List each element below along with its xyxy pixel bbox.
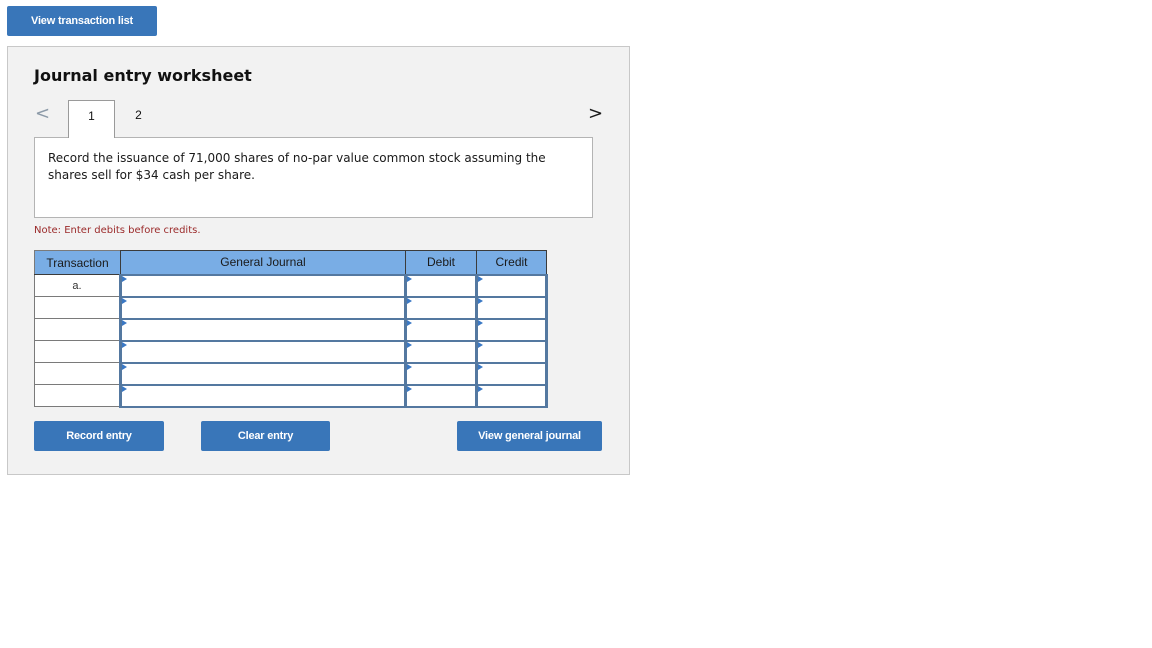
dropdown-marker-icon bbox=[122, 275, 127, 282]
table-row bbox=[34, 295, 548, 320]
view-general-journal-button[interactable]: View general journal bbox=[457, 421, 602, 451]
credit-input[interactable] bbox=[478, 341, 545, 362]
transaction-cell bbox=[34, 296, 121, 319]
debit-cell[interactable] bbox=[404, 295, 478, 320]
credit-cell[interactable] bbox=[475, 295, 548, 320]
account-cell[interactable] bbox=[119, 339, 407, 364]
dropdown-marker-icon bbox=[407, 319, 412, 326]
table-row bbox=[34, 317, 548, 342]
transaction-description: Record the issuance of 71,000 shares of … bbox=[34, 137, 593, 218]
transaction-cell: a. bbox=[34, 274, 121, 297]
table-row bbox=[34, 383, 548, 408]
table-header-row: Transaction General Journal Debit Credit bbox=[34, 250, 547, 275]
dropdown-marker-icon bbox=[478, 275, 483, 282]
debit-input[interactable] bbox=[407, 297, 475, 318]
credit-input[interactable] bbox=[478, 385, 545, 406]
dropdown-marker-icon bbox=[122, 319, 127, 326]
dropdown-marker-icon bbox=[122, 341, 127, 348]
dropdown-marker-icon bbox=[478, 319, 483, 326]
transaction-cell bbox=[34, 318, 121, 341]
credit-input[interactable] bbox=[478, 319, 545, 340]
account-cell[interactable] bbox=[119, 383, 407, 408]
debit-input[interactable] bbox=[407, 275, 475, 296]
table-row bbox=[34, 361, 548, 386]
dropdown-marker-icon bbox=[407, 297, 412, 304]
header-general-journal: General Journal bbox=[120, 250, 406, 275]
dropdown-marker-icon bbox=[478, 385, 483, 392]
account-cell[interactable] bbox=[119, 295, 407, 320]
clear-entry-button[interactable]: Clear entry bbox=[201, 421, 330, 451]
debit-cell[interactable] bbox=[404, 383, 478, 408]
tab-2[interactable]: 2 bbox=[115, 100, 162, 138]
debit-input[interactable] bbox=[407, 385, 475, 406]
debit-cell[interactable] bbox=[404, 361, 478, 386]
dropdown-marker-icon bbox=[407, 385, 412, 392]
debit-cell[interactable] bbox=[404, 317, 478, 342]
debit-cell[interactable] bbox=[404, 273, 478, 298]
credit-input[interactable] bbox=[478, 297, 545, 318]
dropdown-marker-icon bbox=[122, 363, 127, 370]
account-input[interactable] bbox=[122, 319, 404, 340]
header-transaction: Transaction bbox=[34, 250, 121, 275]
record-entry-button[interactable]: Record entry bbox=[34, 421, 164, 451]
credit-input[interactable] bbox=[478, 275, 545, 296]
credit-cell[interactable] bbox=[475, 317, 548, 342]
description-text: Record the issuance of 71,000 shares of … bbox=[48, 151, 546, 182]
table-row: a. bbox=[34, 273, 548, 298]
credit-input[interactable] bbox=[478, 363, 545, 384]
account-input[interactable] bbox=[122, 275, 404, 296]
dropdown-marker-icon bbox=[122, 297, 127, 304]
chevron-left-icon[interactable]: < bbox=[35, 103, 50, 124]
dropdown-marker-icon bbox=[122, 385, 127, 392]
view-transaction-list-button[interactable]: View transaction list bbox=[7, 6, 157, 36]
debit-cell[interactable] bbox=[404, 339, 478, 364]
account-input[interactable] bbox=[122, 297, 404, 318]
journal-entry-worksheet-panel: Journal entry worksheet < 1 2 > Record t… bbox=[7, 46, 630, 475]
debit-input[interactable] bbox=[407, 363, 475, 384]
dropdown-marker-icon bbox=[478, 363, 483, 370]
chevron-right-icon[interactable]: > bbox=[588, 103, 603, 124]
journal-table: Transaction General Journal Debit Credit… bbox=[34, 250, 548, 408]
account-cell[interactable] bbox=[119, 361, 407, 386]
tab-label: 1 bbox=[88, 109, 95, 123]
credit-cell[interactable] bbox=[475, 339, 548, 364]
worksheet-title: Journal entry worksheet bbox=[34, 66, 252, 85]
account-input[interactable] bbox=[122, 385, 404, 406]
transaction-cell bbox=[34, 362, 121, 385]
header-debit: Debit bbox=[405, 250, 477, 275]
transaction-cell bbox=[34, 340, 121, 363]
debit-input[interactable] bbox=[407, 319, 475, 340]
dropdown-marker-icon bbox=[407, 341, 412, 348]
account-input[interactable] bbox=[122, 363, 404, 384]
credit-cell[interactable] bbox=[475, 273, 548, 298]
tab-label: 2 bbox=[135, 108, 142, 122]
debit-input[interactable] bbox=[407, 341, 475, 362]
table-row bbox=[34, 339, 548, 364]
credit-cell[interactable] bbox=[475, 383, 548, 408]
account-cell[interactable] bbox=[119, 317, 407, 342]
header-credit: Credit bbox=[476, 250, 547, 275]
dropdown-marker-icon bbox=[407, 363, 412, 370]
dropdown-marker-icon bbox=[478, 297, 483, 304]
dropdown-marker-icon bbox=[407, 275, 412, 282]
dropdown-marker-icon bbox=[478, 341, 483, 348]
transaction-cell bbox=[34, 384, 121, 407]
credit-cell[interactable] bbox=[475, 361, 548, 386]
account-cell[interactable] bbox=[119, 273, 407, 298]
tab-1[interactable]: 1 bbox=[68, 100, 115, 138]
account-input[interactable] bbox=[122, 341, 404, 362]
entry-note: Note: Enter debits before credits. bbox=[34, 225, 201, 236]
